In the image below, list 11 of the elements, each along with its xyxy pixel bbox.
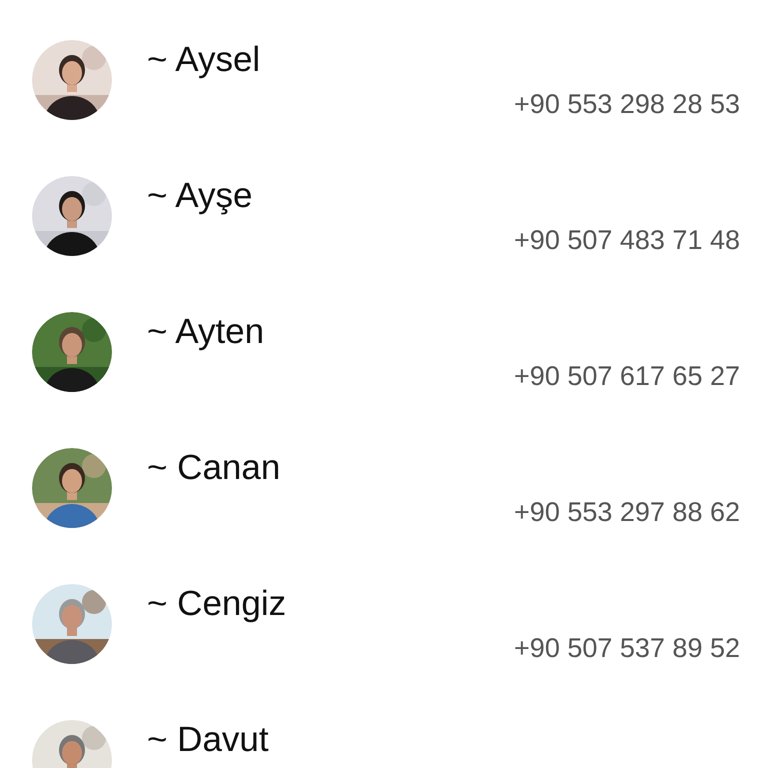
contact-name: ~ Davut bbox=[147, 720, 269, 760]
contact-name: ~ Canan bbox=[147, 448, 280, 488]
contact-name: ~ Ayşe bbox=[147, 176, 252, 216]
contact-name: ~ Aysel bbox=[147, 40, 260, 80]
phone-number: +90 553 298 28 53 bbox=[514, 88, 740, 120]
phone-number: +90 553 297 88 62 bbox=[514, 496, 740, 528]
phone-number: +90 507 617 65 27 bbox=[514, 360, 740, 392]
phone-number: +90 507 537 89 52 bbox=[514, 632, 740, 664]
phone-number: +90 507 483 71 48 bbox=[514, 224, 740, 256]
contact-name: ~ Cengiz bbox=[147, 584, 286, 624]
contact-name: ~ Ayten bbox=[147, 312, 264, 352]
